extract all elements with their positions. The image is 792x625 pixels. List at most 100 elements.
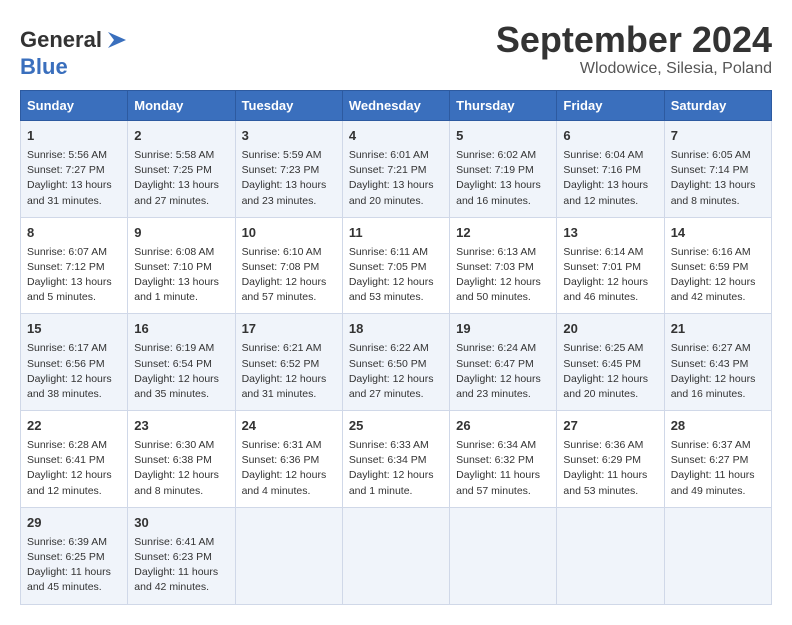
daylight-hours: Daylight: 12 hours and 12 minutes. [27, 469, 112, 496]
sunrise-time: Sunrise: 6:41 AM [134, 536, 214, 548]
calendar-week-row: 22 Sunrise: 6:28 AM Sunset: 6:41 PM Dayl… [21, 411, 772, 508]
day-number: 3 [242, 127, 336, 146]
sunrise-time: Sunrise: 6:22 AM [349, 342, 429, 354]
sunset-time: Sunset: 6:38 PM [134, 454, 212, 466]
logo: General Blue [20, 26, 132, 80]
daylight-hours: Daylight: 11 hours and 42 minutes. [134, 566, 218, 593]
sunset-time: Sunset: 7:03 PM [456, 261, 534, 273]
title-block: September 2024 Wlodowice, Silesia, Polan… [496, 20, 772, 78]
table-cell [235, 507, 342, 604]
day-number: 9 [134, 224, 228, 243]
table-cell: 23 Sunrise: 6:30 AM Sunset: 6:38 PM Dayl… [128, 411, 235, 508]
day-number: 1 [27, 127, 121, 146]
sunset-time: Sunset: 7:21 PM [349, 164, 427, 176]
daylight-hours: Daylight: 12 hours and 27 minutes. [349, 373, 434, 400]
day-number: 14 [671, 224, 765, 243]
col-tuesday: Tuesday [235, 91, 342, 121]
sunrise-time: Sunrise: 6:24 AM [456, 342, 536, 354]
daylight-hours: Daylight: 12 hours and 4 minutes. [242, 469, 327, 496]
col-wednesday: Wednesday [342, 91, 449, 121]
page-header: General Blue September 2024 Wlodowice, S… [20, 20, 772, 80]
daylight-hours: Daylight: 11 hours and 53 minutes. [563, 469, 647, 496]
daylight-hours: Daylight: 13 hours and 1 minute. [134, 276, 219, 303]
sunset-time: Sunset: 6:47 PM [456, 358, 534, 370]
col-friday: Friday [557, 91, 664, 121]
table-cell: 13 Sunrise: 6:14 AM Sunset: 7:01 PM Dayl… [557, 217, 664, 314]
calendar-table: Sunday Monday Tuesday Wednesday Thursday… [20, 90, 772, 605]
sunset-time: Sunset: 7:12 PM [27, 261, 105, 273]
table-cell: 7 Sunrise: 6:05 AM Sunset: 7:14 PM Dayli… [664, 121, 771, 218]
day-number: 24 [242, 417, 336, 436]
sunrise-time: Sunrise: 6:13 AM [456, 246, 536, 258]
day-number: 16 [134, 320, 228, 339]
daylight-hours: Daylight: 13 hours and 20 minutes. [349, 179, 434, 206]
day-number: 12 [456, 224, 550, 243]
daylight-hours: Daylight: 12 hours and 53 minutes. [349, 276, 434, 303]
calendar-week-row: 8 Sunrise: 6:07 AM Sunset: 7:12 PM Dayli… [21, 217, 772, 314]
daylight-hours: Daylight: 13 hours and 16 minutes. [456, 179, 541, 206]
sunrise-time: Sunrise: 5:58 AM [134, 149, 214, 161]
daylight-hours: Daylight: 12 hours and 23 minutes. [456, 373, 541, 400]
day-number: 10 [242, 224, 336, 243]
table-cell: 18 Sunrise: 6:22 AM Sunset: 6:50 PM Dayl… [342, 314, 449, 411]
sunrise-time: Sunrise: 6:11 AM [349, 246, 428, 258]
table-cell: 16 Sunrise: 6:19 AM Sunset: 6:54 PM Dayl… [128, 314, 235, 411]
day-number: 7 [671, 127, 765, 146]
daylight-hours: Daylight: 12 hours and 46 minutes. [563, 276, 648, 303]
sunrise-time: Sunrise: 6:25 AM [563, 342, 643, 354]
sunrise-time: Sunrise: 6:19 AM [134, 342, 214, 354]
daylight-hours: Daylight: 12 hours and 16 minutes. [671, 373, 756, 400]
table-cell: 24 Sunrise: 6:31 AM Sunset: 6:36 PM Dayl… [235, 411, 342, 508]
daylight-hours: Daylight: 12 hours and 42 minutes. [671, 276, 756, 303]
table-cell: 17 Sunrise: 6:21 AM Sunset: 6:52 PM Dayl… [235, 314, 342, 411]
sunrise-time: Sunrise: 6:04 AM [563, 149, 643, 161]
table-cell: 9 Sunrise: 6:08 AM Sunset: 7:10 PM Dayli… [128, 217, 235, 314]
sunset-time: Sunset: 7:23 PM [242, 164, 320, 176]
calendar-week-row: 1 Sunrise: 5:56 AM Sunset: 7:27 PM Dayli… [21, 121, 772, 218]
day-number: 17 [242, 320, 336, 339]
sunrise-time: Sunrise: 6:21 AM [242, 342, 322, 354]
day-number: 8 [27, 224, 121, 243]
day-number: 20 [563, 320, 657, 339]
sunrise-time: Sunrise: 6:17 AM [27, 342, 107, 354]
sunrise-time: Sunrise: 6:39 AM [27, 536, 107, 548]
table-cell: 21 Sunrise: 6:27 AM Sunset: 6:43 PM Dayl… [664, 314, 771, 411]
sunrise-time: Sunrise: 6:08 AM [134, 246, 214, 258]
table-cell: 6 Sunrise: 6:04 AM Sunset: 7:16 PM Dayli… [557, 121, 664, 218]
sunset-time: Sunset: 7:14 PM [671, 164, 749, 176]
sunrise-time: Sunrise: 6:01 AM [349, 149, 429, 161]
table-cell: 10 Sunrise: 6:10 AM Sunset: 7:08 PM Dayl… [235, 217, 342, 314]
table-cell: 5 Sunrise: 6:02 AM Sunset: 7:19 PM Dayli… [450, 121, 557, 218]
sunset-time: Sunset: 6:59 PM [671, 261, 749, 273]
calendar-subtitle: Wlodowice, Silesia, Poland [496, 60, 772, 78]
daylight-hours: Daylight: 13 hours and 31 minutes. [27, 179, 112, 206]
day-number: 29 [27, 514, 121, 533]
sunrise-time: Sunrise: 6:10 AM [242, 246, 322, 258]
sunset-time: Sunset: 7:05 PM [349, 261, 427, 273]
sunset-time: Sunset: 6:56 PM [27, 358, 105, 370]
sunrise-time: Sunrise: 6:30 AM [134, 439, 214, 451]
table-cell [342, 507, 449, 604]
calendar-title: September 2024 [496, 20, 772, 60]
sunrise-time: Sunrise: 6:27 AM [671, 342, 751, 354]
daylight-hours: Daylight: 11 hours and 49 minutes. [671, 469, 755, 496]
day-number: 2 [134, 127, 228, 146]
sunset-time: Sunset: 6:27 PM [671, 454, 749, 466]
logo-icon [104, 26, 132, 54]
day-number: 6 [563, 127, 657, 146]
sunrise-time: Sunrise: 6:05 AM [671, 149, 751, 161]
table-cell: 30 Sunrise: 6:41 AM Sunset: 6:23 PM Dayl… [128, 507, 235, 604]
daylight-hours: Daylight: 11 hours and 45 minutes. [27, 566, 111, 593]
daylight-hours: Daylight: 12 hours and 50 minutes. [456, 276, 541, 303]
sunset-time: Sunset: 6:32 PM [456, 454, 534, 466]
daylight-hours: Daylight: 13 hours and 12 minutes. [563, 179, 648, 206]
day-number: 18 [349, 320, 443, 339]
day-number: 4 [349, 127, 443, 146]
daylight-hours: Daylight: 12 hours and 8 minutes. [134, 469, 219, 496]
table-cell: 26 Sunrise: 6:34 AM Sunset: 6:32 PM Dayl… [450, 411, 557, 508]
daylight-hours: Daylight: 12 hours and 20 minutes. [563, 373, 648, 400]
sunrise-time: Sunrise: 6:31 AM [242, 439, 322, 451]
logo-blue: Blue [20, 54, 68, 79]
day-number: 23 [134, 417, 228, 436]
table-cell: 3 Sunrise: 5:59 AM Sunset: 7:23 PM Dayli… [235, 121, 342, 218]
